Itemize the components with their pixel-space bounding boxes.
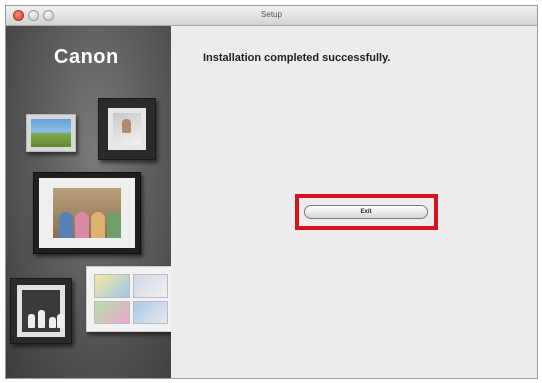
- completion-message: Installation completed successfully.: [203, 52, 391, 64]
- landscape-photo-frame: [26, 114, 76, 152]
- collage-photo-frame: [86, 266, 171, 332]
- canon-logo: Canon: [54, 46, 119, 68]
- silhouette-photo-frame: [10, 278, 72, 344]
- window-title: Setup: [261, 10, 282, 19]
- title-bar: Setup: [6, 6, 537, 26]
- sidebar-photo-wall: Canon: [6, 26, 171, 378]
- family-photo-frame: [33, 172, 141, 254]
- portrait-photo-frame: [98, 98, 156, 160]
- exit-button[interactable]: Exit: [304, 205, 428, 219]
- main-content: Installation completed successfully. Exi…: [171, 26, 537, 378]
- setup-window: Setup Canon Installation completed succe…: [5, 5, 538, 379]
